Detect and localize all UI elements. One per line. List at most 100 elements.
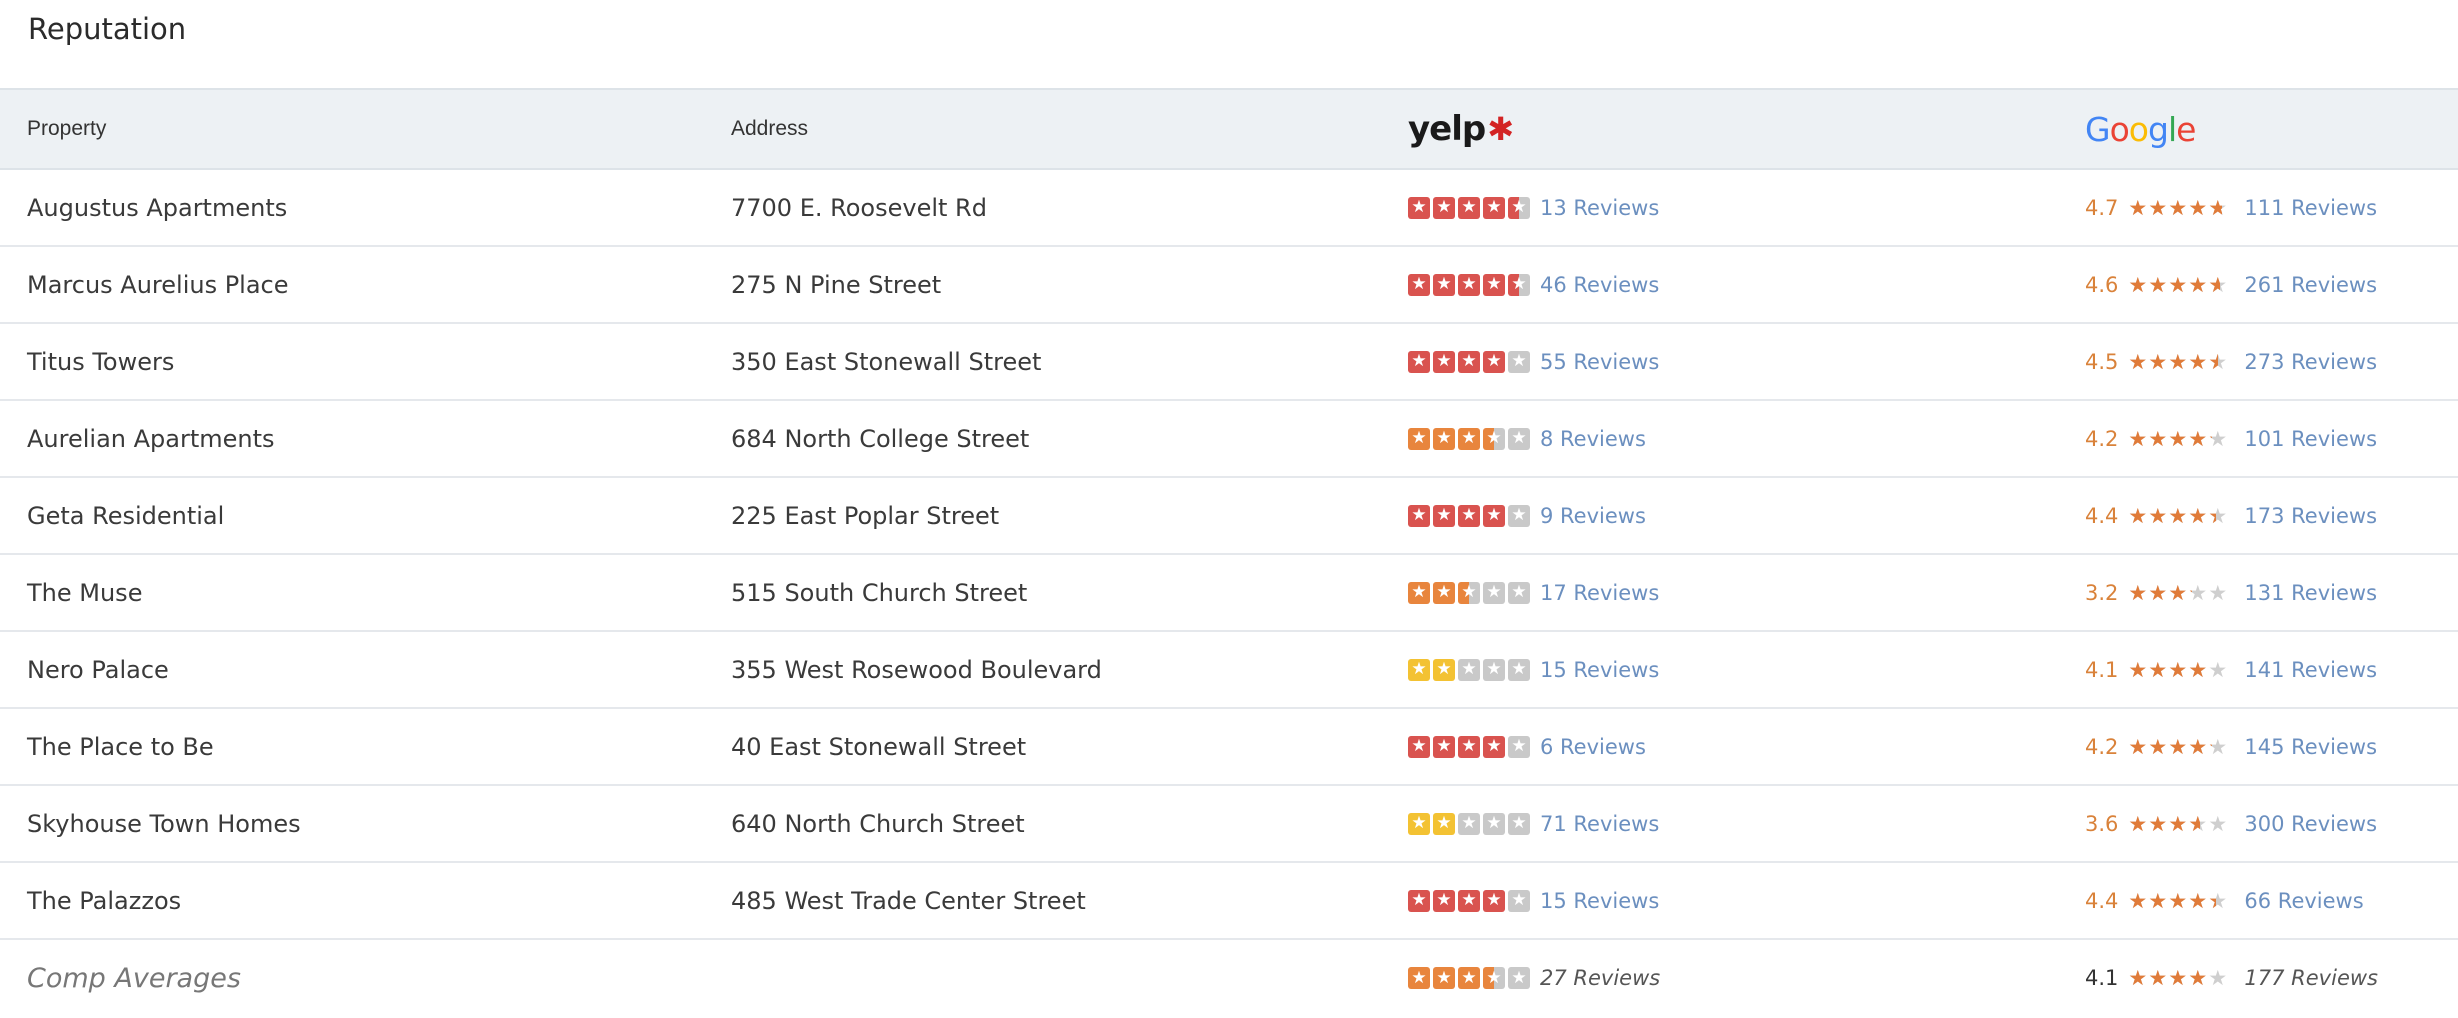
google-star-icon: ★★ [2168,966,2188,990]
google-score: 4.7 [2085,195,2119,220]
google-reviews-link[interactable]: 131 Reviews [2244,581,2377,605]
google-logo: Google [2085,109,2196,149]
google-reviews-link[interactable]: 173 Reviews [2244,504,2377,528]
google-star-icon: ★★ [2128,811,2148,836]
yelp-star-icon: ★ [1433,504,1455,527]
yelp-stars: ★ ★ ★ ★ ★ [1408,504,1530,527]
property-address: 485 West Trade Center Street [731,886,1086,915]
yelp-reviews-link[interactable]: 15 Reviews [1540,889,1659,913]
property-address: 275 N Pine Street [731,270,942,299]
yelp-reviews-link[interactable]: 46 Reviews [1540,273,1659,297]
google-reviews-link[interactable]: 111 Reviews [2244,196,2377,220]
google-star-icon: ★★ [2128,966,2148,990]
google-star-icon: ★★ [2208,426,2228,451]
google-reviews-link[interactable]: 261 Reviews [2244,273,2377,297]
google-star-icon: ★★ [2188,811,2208,836]
yelp-star-icon: ★ [1508,889,1530,912]
yelp-star-icon: ★ [1458,504,1480,527]
yelp-star-icon: ★ [1458,812,1480,835]
google-star-icon: ★★ [2148,888,2168,913]
google-star-icon: ★★ [2128,349,2148,374]
google-star-icon: ★★ [2148,580,2168,605]
google-star-icon: ★★ [2208,349,2228,374]
google-reviews-link[interactable]: 273 Reviews [2244,350,2377,374]
table-row: Nero Palace 355 West Rosewood Boulevard ★ ★… [0,632,2458,709]
yelp-star-icon: ★ [1408,273,1430,296]
column-header-google[interactable]: Google [2085,90,2196,168]
table-row: Titus Towers 350 East Stonewall Street ★ ★ ★… [0,324,2458,401]
google-score: 4.2 [2085,426,2119,451]
google-reviews-link[interactable]: 101 Reviews [2244,427,2377,451]
property-name: Marcus Aurelius Place [27,270,289,299]
google-score: 4.1 [2085,966,2119,990]
yelp-star-icon: ★ [1433,196,1455,219]
yelp-stars: ★ ★ ★ ★ ★ [1408,273,1530,296]
google-star-icon: ★★ [2188,734,2208,759]
yelp-star-icon: ★ [1483,658,1505,681]
google-star-icon: ★★ [2148,503,2168,528]
yelp-star-icon: ★ [1408,735,1430,758]
yelp-reviews-link[interactable]: 9 Reviews [1540,504,1646,528]
google-star-icon: ★★ [2128,888,2148,913]
google-star-icon: ★★ [2168,195,2188,220]
google-reviews-link[interactable]: 145 Reviews [2244,735,2377,759]
yelp-stars: ★ ★ ★ ★ ★ [1408,889,1530,912]
google-star-icon: ★★ [2188,580,2208,605]
yelp-stars: ★ ★ ★ ★ ★ [1408,350,1530,373]
column-header-property[interactable]: Property [27,90,106,168]
yelp-reviews-link[interactable]: 13 Reviews [1540,196,1659,220]
google-star-icon: ★★ [2188,426,2208,451]
yelp-star-icon: ★ [1483,735,1505,758]
yelp-reviews-link[interactable]: 8 Reviews [1540,427,1646,451]
google-star-icon: ★★ [2208,888,2228,913]
google-star-icon: ★★ [2148,657,2168,682]
comp-averages-label: Comp Averages [27,962,241,994]
property-name: Augustus Apartments [27,193,288,222]
yelp-star-icon: ★ [1508,196,1530,219]
google-star-icon: ★★ [2188,966,2208,990]
google-score: 4.4 [2085,503,2119,528]
yelp-reviews-link[interactable]: 6 Reviews [1540,735,1646,759]
google-score: 4.4 [2085,888,2119,913]
google-star-icon: ★★ [2148,734,2168,759]
google-reviews-link[interactable]: 300 Reviews [2244,812,2377,836]
property-name: Nero Palace [27,655,169,684]
yelp-reviews-link[interactable]: 27 Reviews [1540,966,1660,990]
yelp-star-icon: ★ [1433,427,1455,450]
yelp-star-icon: ★ [1408,658,1430,681]
table-header: Property Address yelp ✱ Google [0,88,2458,170]
google-star-icon: ★★ [2188,195,2208,220]
table-body: Augustus Apartments 7700 E. Roosevelt Rd ★… [0,170,2458,1016]
google-star-icon: ★★ [2168,580,2188,605]
column-header-yelp[interactable]: yelp ✱ [1408,90,1514,168]
yelp-reviews-link[interactable]: 71 Reviews [1540,812,1659,836]
property-address: 515 South Church Street [731,578,1028,607]
property-name: The Palazzos [27,886,182,915]
google-star-icon: ★★ [2208,503,2228,528]
yelp-reviews-link[interactable]: 17 Reviews [1540,581,1659,605]
google-star-icon: ★★ [2208,657,2228,682]
yelp-star-icon: ★ [1433,735,1455,758]
yelp-reviews-link[interactable]: 15 Reviews [1540,658,1659,682]
property-address: 225 East Poplar Street [731,501,1000,530]
yelp-star-icon: ★ [1408,967,1430,989]
google-reviews-link[interactable]: 141 Reviews [2244,658,2377,682]
google-star-icon: ★★ [2168,888,2188,913]
google-stars: ★★★★★★★★★★ [2128,657,2228,682]
google-star-icon: ★★ [2188,657,2208,682]
google-reviews-link[interactable]: 66 Reviews [2244,889,2363,913]
column-header-address[interactable]: Address [731,90,808,168]
google-star-icon: ★★ [2168,272,2188,297]
property-name: The Place to Be [27,732,214,761]
google-reviews-link[interactable]: 177 Reviews [2244,966,2378,990]
google-star-icon: ★★ [2148,426,2168,451]
yelp-reviews-link[interactable]: 55 Reviews [1540,350,1659,374]
google-star-icon: ★★ [2168,426,2188,451]
yelp-star-icon: ★ [1458,427,1480,450]
google-star-icon: ★★ [2168,811,2188,836]
yelp-star-icon: ★ [1408,581,1430,604]
yelp-star-icon: ★ [1483,350,1505,373]
yelp-star-icon: ★ [1408,427,1430,450]
google-star-icon: ★★ [2208,966,2228,990]
google-star-icon: ★★ [2168,503,2188,528]
